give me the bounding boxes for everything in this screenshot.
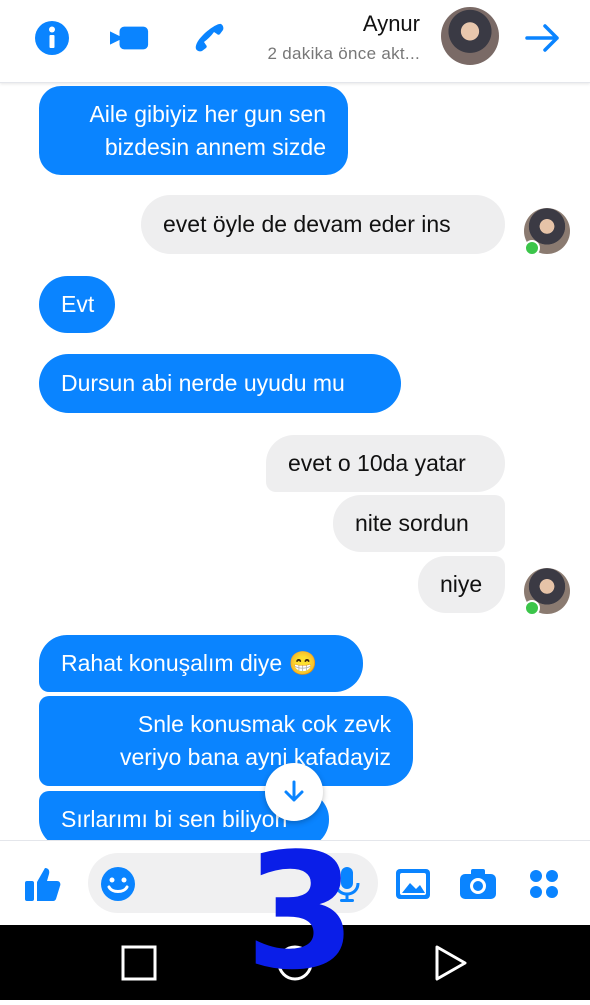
forward-arrow-icon[interactable] [523,18,563,58]
camera-icon[interactable] [457,863,499,905]
emoji-icon[interactable] [97,863,139,905]
message-bubble[interactable]: Snle konusmak cok zevk veriyo bana ayni … [39,696,413,786]
message-bubble[interactable]: Aile gibiyiz her gun sen bizdesin annem … [39,86,348,175]
contact-avatar[interactable] [441,7,499,65]
active-status: 2 dakika önce akt... [267,44,420,63]
arrow-down-icon [284,780,304,802]
overlay-numeral: 3 [245,818,357,1005]
gallery-icon[interactable] [392,863,434,905]
online-indicator [524,240,540,256]
message-list[interactable]: Aile gibiyiz her gun sen bizdesin annem … [0,83,590,840]
apps-icon[interactable] [523,863,565,905]
message-bubble[interactable]: nite sordun [333,495,505,552]
message-bubble[interactable]: Dursun abi nerde uyudu mu [39,354,401,413]
message-bubble[interactable]: Rahat konuşalım diye 😁 [39,635,363,692]
video-call-icon[interactable] [110,18,150,58]
recent-apps-icon[interactable] [115,939,163,987]
info-icon[interactable] [32,18,72,58]
online-indicator [524,600,540,616]
conversation-header: Aynur 2 dakika önce akt... [0,0,590,83]
message-bubble[interactable]: evet o 10da yatar [266,435,505,492]
message-bubble[interactable]: evet öyle de devam eder ins [141,195,505,254]
message-bubble[interactable]: niye [418,556,505,613]
scroll-to-bottom-button[interactable] [265,763,323,821]
phone-icon[interactable] [188,18,228,58]
message-bubble[interactable]: Evt [39,276,115,333]
back-icon[interactable] [427,939,475,987]
contact-name: Aynur [362,11,420,36]
like-icon[interactable] [22,863,64,905]
